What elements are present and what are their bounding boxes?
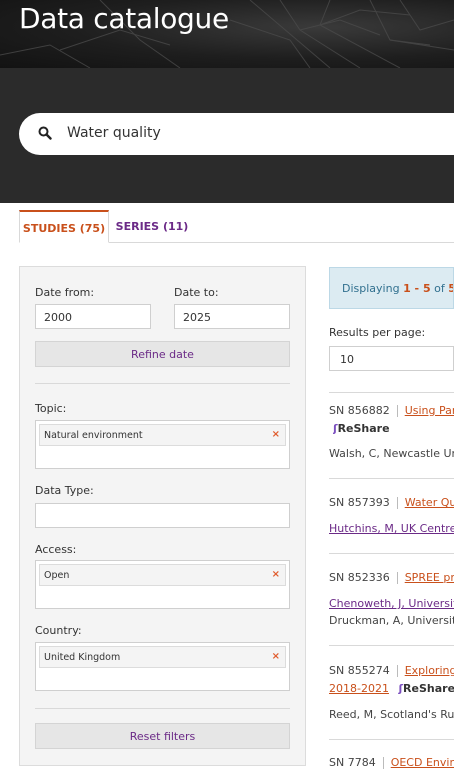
result-divider — [329, 478, 454, 479]
study-title-link[interactable]: OECD Enviro — [391, 756, 454, 769]
date-from-input[interactable]: 2000 — [35, 304, 151, 329]
topic-tag: Natural environment × — [39, 424, 286, 446]
country-label: Country: — [35, 624, 82, 637]
study-title-link[interactable]: SPREE pro — [405, 571, 454, 584]
separator-bar — [396, 405, 398, 417]
country-tag: United Kingdom × — [39, 646, 286, 668]
access-label: Access: — [35, 543, 77, 556]
study-title-link[interactable]: Exploring — [405, 664, 454, 677]
search-icon[interactable] — [38, 126, 52, 140]
header-banner: Data catalogue — [0, 0, 454, 68]
study-number: SN 857393 — [329, 496, 390, 509]
reset-filters-button[interactable]: Reset filters — [35, 723, 290, 749]
topic-tag-label: Natural environment — [44, 430, 143, 441]
remove-topic-icon[interactable]: × — [272, 429, 280, 440]
info-total: 5 — [448, 282, 453, 295]
info-mid: of — [430, 282, 449, 295]
tab-series[interactable]: SERIES (11) — [114, 210, 190, 243]
study-author: Reed, M, Scotland's Rura — [329, 708, 454, 721]
topic-filter-box[interactable]: Natural environment × — [35, 420, 290, 469]
info-range: 1 - 5 — [403, 282, 431, 295]
topic-label: Topic: — [35, 402, 67, 415]
separator-bar — [396, 665, 398, 677]
country-filter-box[interactable]: United Kingdom × — [35, 642, 290, 691]
access-tag: Open × — [39, 564, 286, 586]
filter-divider — [35, 708, 290, 709]
result-item: SN 852336 SPREE pro — [329, 571, 454, 584]
separator-bar — [396, 497, 398, 509]
remove-access-icon[interactable]: × — [272, 569, 280, 580]
study-title-link[interactable]: Water Qu — [405, 496, 454, 509]
study-number: SN 852336 — [329, 571, 390, 584]
study-author-link[interactable]: Chenoweth, J, University — [329, 597, 454, 610]
refine-date-button[interactable]: Refine date — [35, 341, 290, 367]
result-item: SN 856882 Using Par — [329, 404, 454, 417]
result-item: SN 855274 Exploring — [329, 664, 454, 677]
study-author: Walsh, C, Newcastle Uni — [329, 447, 454, 460]
result-divider — [329, 739, 454, 740]
date-to-label: Date to: — [174, 286, 219, 299]
tab-studies[interactable]: STUDIES (75) — [19, 210, 109, 243]
result-item: SN 857393 Water Qu — [329, 496, 454, 509]
results-per-page-label: Results per page: — [329, 326, 426, 339]
study-title-link[interactable]: Using Par — [405, 404, 454, 417]
study-author-link[interactable]: Hutchins, M, UK Centre f — [329, 522, 454, 535]
reshare-label: ReShare — [337, 422, 390, 435]
separator-bar — [382, 757, 384, 769]
results-info-banner: Displaying 1 - 5 of 5 re — [329, 267, 454, 309]
date-from-label: Date from: — [35, 286, 95, 299]
filter-divider — [35, 383, 290, 384]
access-filter-box[interactable]: Open × — [35, 560, 290, 609]
reshare-label: ReShare — [403, 682, 454, 695]
datatype-label: Data Type: — [35, 484, 94, 497]
page-title: Data catalogue — [19, 2, 229, 35]
result-divider — [329, 645, 454, 646]
country-tag-label: United Kingdom — [44, 652, 121, 663]
separator-bar — [396, 572, 398, 584]
access-tag-label: Open — [44, 570, 70, 581]
result-item-line2: 2018-2021 ʃReShare — [329, 682, 454, 695]
date-to-input[interactable]: 2025 — [174, 304, 290, 329]
info-prefix: Displaying — [342, 282, 404, 295]
datatype-filter-input[interactable] — [35, 503, 290, 528]
study-author: Druckman, A, University — [329, 614, 454, 627]
study-number: SN 856882 — [329, 404, 390, 417]
search-query-text[interactable]: Water quality — [67, 125, 161, 141]
remove-country-icon[interactable]: × — [272, 651, 280, 662]
result-divider — [329, 553, 454, 554]
study-number: SN 7784 — [329, 756, 376, 769]
result-item: SN 7784 OECD Enviro — [329, 756, 454, 769]
results-per-page-select[interactable]: 10 — [329, 346, 454, 371]
study-title-link-cont[interactable]: 2018-2021 — [329, 682, 389, 695]
study-number: SN 855274 — [329, 664, 390, 677]
result-divider — [329, 392, 454, 393]
reshare-badge: ʃReShare — [333, 422, 454, 435]
